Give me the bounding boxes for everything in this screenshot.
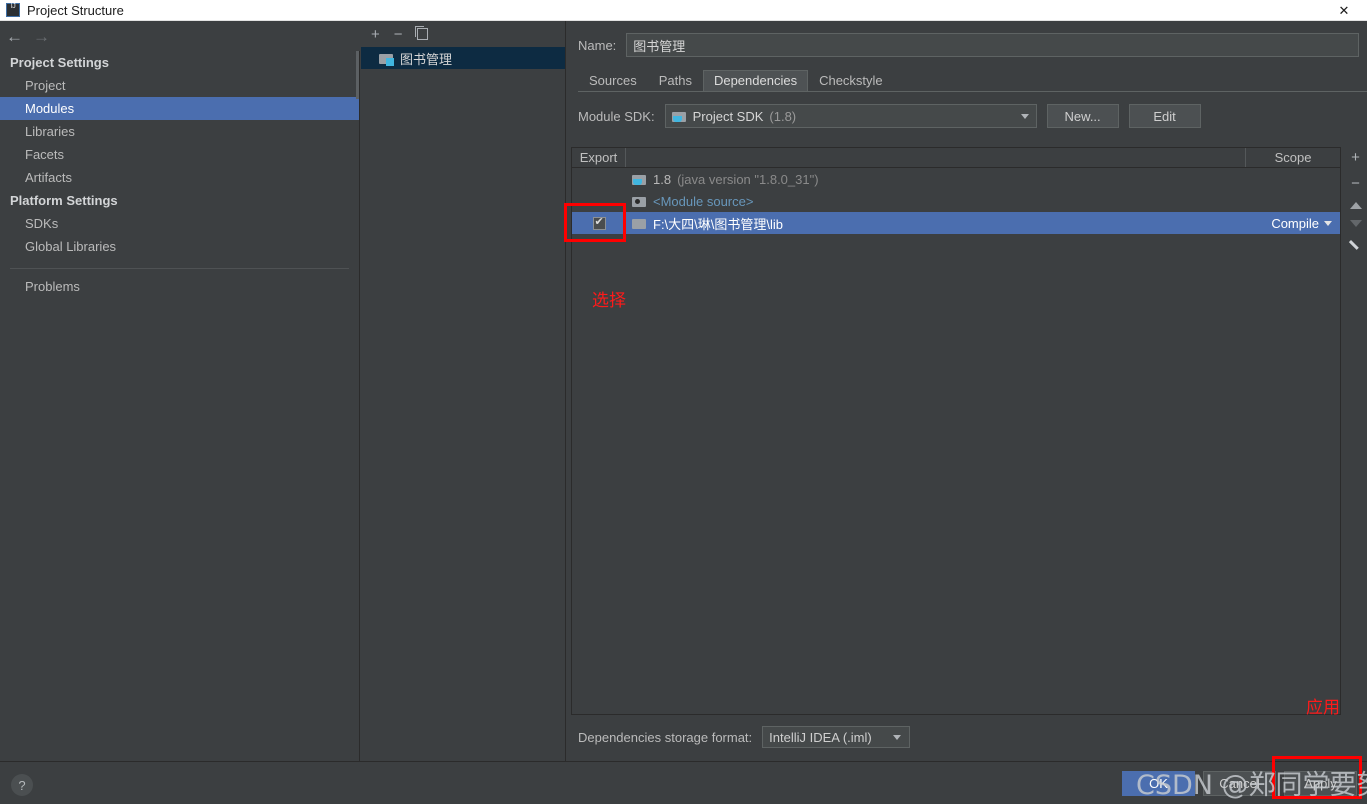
dependency-name: F:\大四\琳\图书管理\lib	[653, 216, 784, 232]
help-icon[interactable]: ?	[11, 774, 33, 796]
project-structure-dialog: Project Structure ✕ ← → Project Settings…	[0, 0, 1367, 804]
arrow-up-icon[interactable]	[1349, 202, 1362, 209]
arrow-right-icon[interactable]: →	[33, 28, 50, 45]
sidebar-item-sdks[interactable]: SDKs	[0, 212, 359, 235]
module-name-input[interactable]: 图书管理	[626, 33, 1359, 57]
dependency-name-cell: 1.8 (java version "1.8.0_31")	[626, 172, 1246, 187]
sdk-icon	[632, 173, 647, 186]
chevron-down-icon	[1324, 220, 1332, 226]
tab-paths[interactable]: Paths	[648, 70, 703, 91]
module-sdk-select[interactable]: Project SDK (1.8)	[664, 104, 1037, 128]
sidebar-item-artifacts[interactable]: Artifacts	[0, 166, 359, 189]
intellij-idea-icon	[6, 3, 20, 17]
tab-dependencies[interactable]: Dependencies	[702, 70, 809, 91]
annotation-label-apply: 应用	[1306, 698, 1340, 718]
module-tree-item-label: 图书管理	[400, 51, 453, 67]
dependency-name-detail: (java version "1.8.0_31")	[677, 171, 819, 187]
dependency-name-cell: F:\大四\琳\图书管理\lib	[626, 214, 1246, 233]
storage-format-label: Dependencies storage format:	[578, 729, 753, 745]
tab-sources[interactable]: Sources	[578, 70, 648, 91]
window-titlebar: Project Structure ✕	[0, 0, 1367, 21]
table-row[interactable]: <Module source>	[572, 190, 1340, 212]
copy-icon[interactable]	[414, 26, 428, 40]
chevron-down-icon	[1020, 114, 1029, 119]
table-row[interactable]: F:\大四\琳\图书管理\lib Compile	[572, 212, 1340, 234]
arrow-left-icon[interactable]: ←	[6, 28, 23, 45]
dialog-button-group: OK Cancel Apply	[1122, 771, 1357, 796]
column-header-scope[interactable]: Scope	[1246, 148, 1340, 167]
sidebar-divider	[10, 268, 349, 269]
scope-cell[interactable]: Compile	[1246, 216, 1340, 231]
sidebar-item-facets[interactable]: Facets	[0, 143, 359, 166]
sidebar-item-global-libraries[interactable]: Global Libraries	[0, 235, 359, 258]
module-source-icon	[632, 195, 647, 208]
modules-toolbar: + −	[361, 21, 565, 47]
sidebar-scrollbar[interactable]	[356, 51, 359, 99]
dependencies-side-toolbar: + −	[1344, 150, 1367, 290]
export-checkbox-cell[interactable]	[572, 212, 626, 234]
remove-module-button[interactable]: −	[394, 27, 403, 42]
navigation-strip: ← →	[0, 21, 360, 51]
tab-checkstyle[interactable]: Checkstyle	[808, 70, 894, 91]
export-checkbox-cell	[572, 168, 626, 190]
window-title: Project Structure	[27, 2, 124, 18]
module-sdk-label: Module SDK:	[578, 108, 655, 124]
column-header-name[interactable]	[626, 148, 1246, 167]
ok-button[interactable]: OK	[1122, 771, 1195, 796]
scope-value: Compile	[1271, 215, 1319, 231]
annotation-label-select: 选择	[592, 291, 626, 311]
sidebar-item-modules[interactable]: Modules	[0, 97, 359, 120]
export-checkbox-cell	[572, 190, 626, 212]
column-header-export[interactable]: Export	[572, 148, 626, 167]
minus-icon[interactable]: −	[1351, 176, 1360, 191]
modules-list-empty-area	[361, 69, 565, 759]
module-sdk-value: Project SDK	[692, 108, 764, 124]
close-icon[interactable]: ✕	[1321, 0, 1367, 21]
dependencies-table: Export Scope 1.8 (java version "1.8.0_31…	[571, 147, 1341, 715]
module-tree-item[interactable]: 图书管理	[361, 47, 565, 69]
new-sdk-button[interactable]: New...	[1046, 104, 1119, 128]
edit-sdk-button[interactable]: Edit	[1128, 104, 1201, 128]
apply-button[interactable]: Apply	[1284, 771, 1357, 796]
module-name-label: Name:	[578, 37, 617, 53]
sidebar-item-project[interactable]: Project	[0, 74, 359, 97]
add-module-button[interactable]: +	[371, 27, 380, 42]
table-row[interactable]: 1.8 (java version "1.8.0_31")	[572, 168, 1340, 190]
sidebar-item-problems[interactable]: Problems	[0, 275, 359, 298]
sidebar-group-project-settings: Project Settings	[10, 55, 109, 70]
storage-format-select[interactable]: IntelliJ IDEA (.iml)	[762, 726, 911, 748]
plus-icon[interactable]: +	[1351, 150, 1360, 165]
storage-format-value: IntelliJ IDEA (.iml)	[769, 729, 872, 745]
module-sdk-row: Module SDK: Project SDK (1.8) New... Edi…	[567, 92, 1367, 128]
module-sdk-version: (1.8)	[769, 108, 797, 124]
module-name-row: Name: 图书管理	[567, 21, 1367, 57]
folder-icon	[632, 217, 647, 230]
modules-panel: + − 图书管理	[361, 21, 566, 761]
settings-sidebar: Project Settings Project Modules Librari…	[0, 51, 360, 761]
chevron-down-icon	[893, 735, 902, 740]
sidebar-group-platform-settings: Platform Settings	[10, 193, 118, 208]
export-checkbox[interactable]	[592, 215, 606, 230]
dependency-name: 1.8	[653, 171, 672, 187]
cancel-button[interactable]: Cancel	[1203, 771, 1276, 796]
dependencies-table-header: Export Scope	[572, 148, 1340, 168]
sdk-icon	[671, 110, 687, 123]
pencil-icon[interactable]	[1349, 238, 1363, 252]
dependency-name: <Module source>	[653, 193, 754, 209]
sidebar-item-libraries[interactable]: Libraries	[0, 120, 359, 143]
module-tabs: Sources Paths Dependencies Checkstyle	[578, 70, 1367, 92]
module-icon	[379, 52, 394, 66]
dialog-bottom-bar: ? OK Cancel Apply	[0, 761, 1367, 804]
arrow-down-icon[interactable]	[1349, 220, 1362, 227]
storage-format-row: Dependencies storage format: IntelliJ ID…	[578, 726, 911, 748]
dependency-name-cell: <Module source>	[626, 194, 1246, 209]
